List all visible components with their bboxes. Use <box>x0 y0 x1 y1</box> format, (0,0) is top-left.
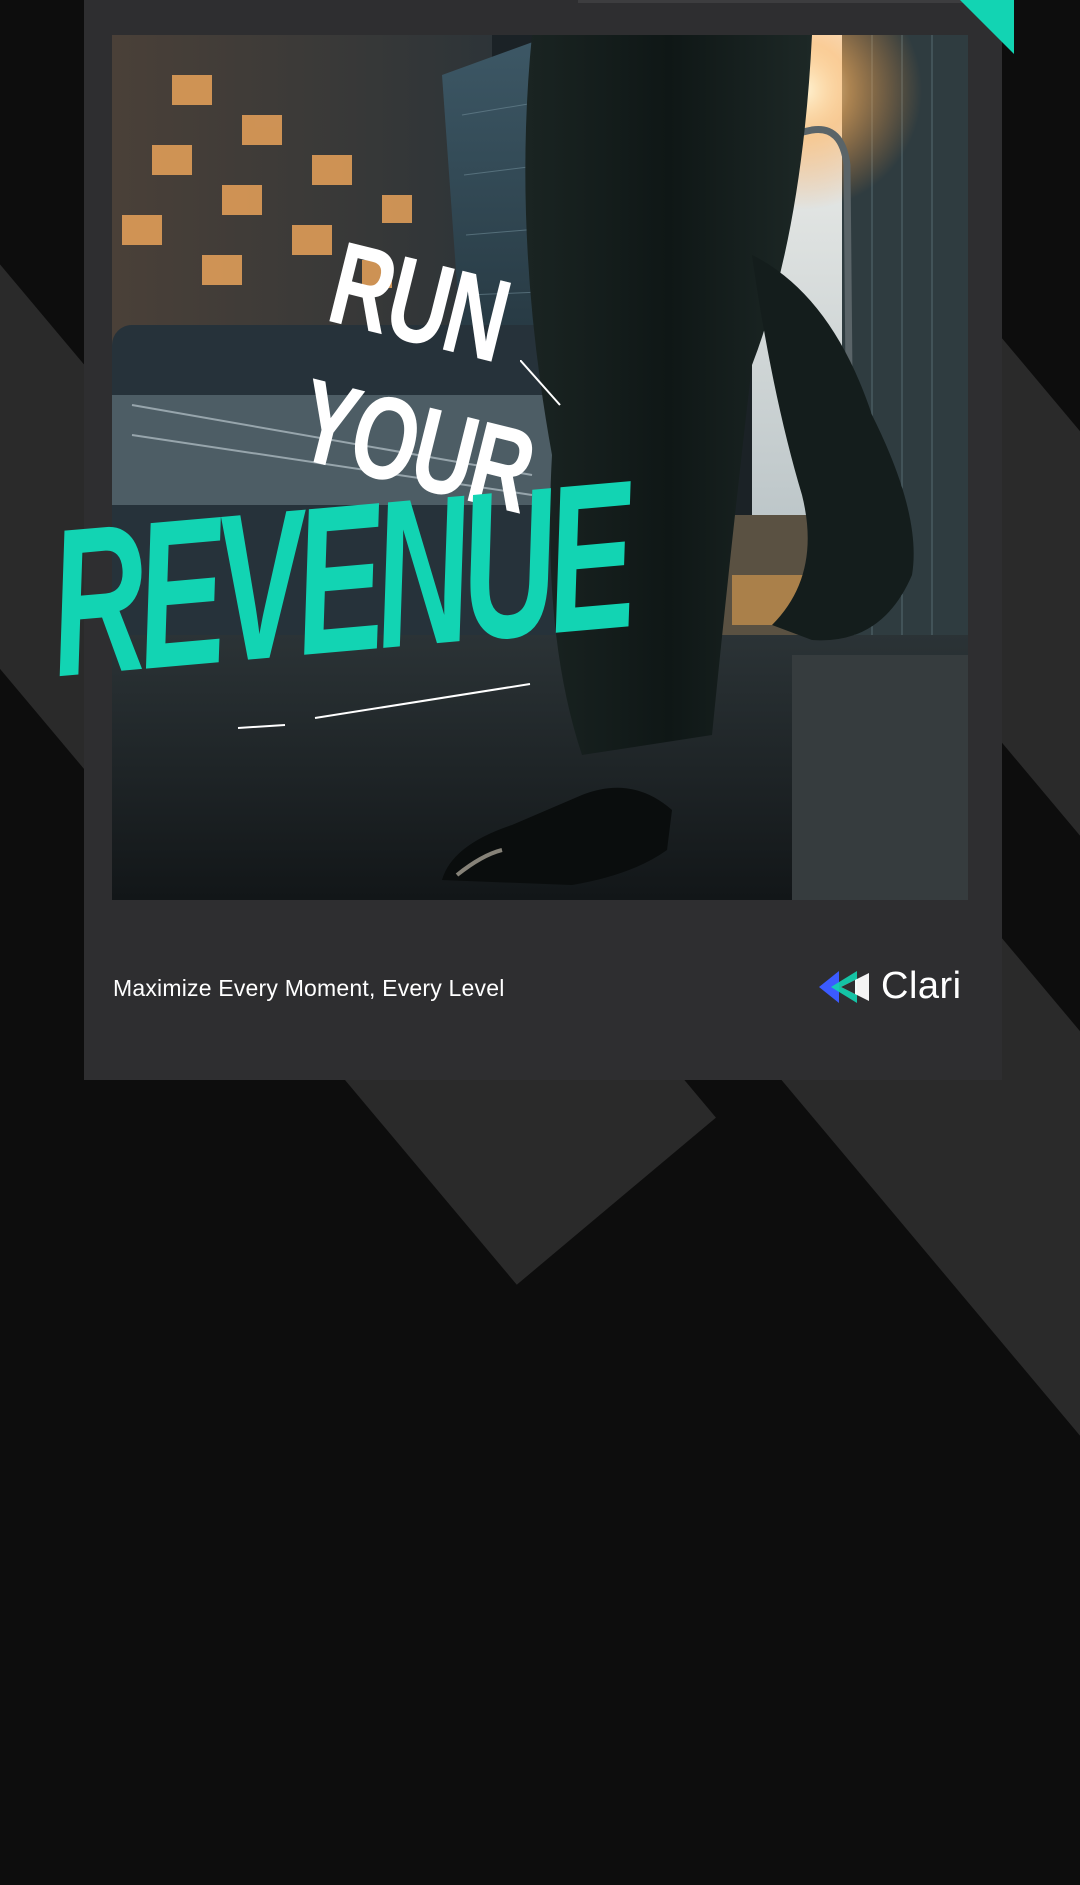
clari-logo-icon <box>819 970 869 1003</box>
decorative-line <box>520 360 561 406</box>
card-top-line <box>578 0 988 3</box>
decorative-lines <box>237 683 531 729</box>
brand[interactable]: Clari <box>817 965 962 1008</box>
corner-accent <box>960 0 1014 54</box>
brand-name: Clari <box>881 965 962 1007</box>
tagline: Maximize Every Moment, Every Level <box>113 975 505 1001</box>
